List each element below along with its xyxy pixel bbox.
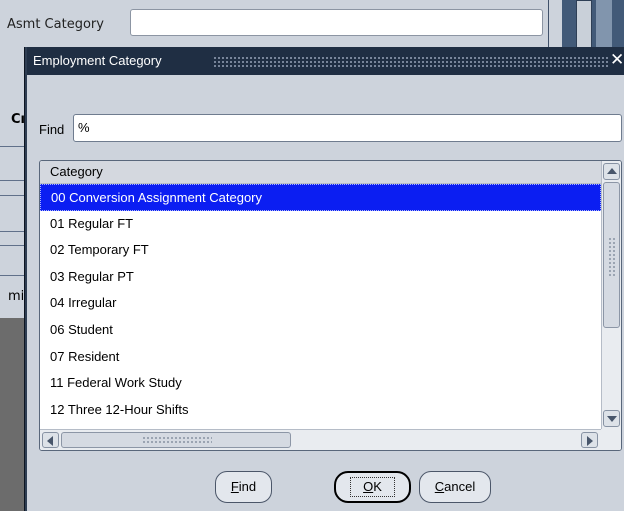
- cancel-button[interactable]: Cancel: [419, 471, 491, 503]
- category-list: Category 00 Conversion Assignment Catego…: [39, 160, 622, 451]
- find-button-label: ind: [238, 479, 257, 494]
- ok-button-label: K: [373, 479, 382, 494]
- scrollbar-corner: [601, 429, 621, 450]
- vertical-scrollbar[interactable]: [601, 161, 621, 429]
- close-icon[interactable]: ✕: [610, 50, 624, 70]
- triangle-up-icon[interactable]: [603, 163, 620, 180]
- asmt-category-label: Asmt Category: [7, 17, 104, 32]
- background-divider: [0, 231, 28, 232]
- background-divider: [0, 245, 28, 246]
- list-item[interactable]: 02 Temporary FT: [40, 237, 601, 264]
- list-rows: 00 Conversion Assignment Category 01 Regu…: [40, 184, 601, 423]
- dialog-title: Employment Category: [33, 53, 162, 68]
- list-item[interactable]: 12 Three 12-Hour Shifts: [40, 397, 601, 424]
- vertical-scroll-thumb[interactable]: [603, 182, 620, 328]
- list-item[interactable]: 06 Student: [40, 317, 601, 344]
- grip-dots: [142, 436, 212, 444]
- ok-button[interactable]: OK: [334, 471, 411, 503]
- titlebar-grip[interactable]: [213, 56, 609, 67]
- asmt-category-field[interactable]: [130, 9, 543, 36]
- find-label: Find: [39, 122, 65, 137]
- background-divider: [0, 195, 28, 196]
- find-button-mnemonic: F: [230, 479, 239, 494]
- horizontal-scroll-thumb[interactable]: [61, 432, 291, 448]
- find-button[interactable]: Find: [215, 471, 272, 503]
- list-item[interactable]: 00 Conversion Assignment Category: [40, 184, 601, 211]
- background-label-fragment: mi: [8, 289, 25, 304]
- list-item[interactable]: 04 Irregular: [40, 290, 601, 317]
- find-input[interactable]: %: [73, 114, 622, 142]
- employment-category-dialog: Employment Category ✕ Find % Category 00…: [25, 47, 624, 511]
- background-scroll-track: [576, 0, 592, 48]
- ok-button-mnemonic: O: [363, 479, 374, 494]
- list-item[interactable]: 01 Regular FT: [40, 211, 601, 238]
- triangle-right-icon[interactable]: [581, 432, 598, 448]
- background-divider: [0, 275, 28, 276]
- background-divider: [0, 180, 28, 181]
- cancel-button-mnemonic: C: [434, 479, 445, 494]
- background-divider: [0, 146, 28, 147]
- list-item[interactable]: 07 Resident: [40, 344, 601, 371]
- triangle-left-icon[interactable]: [42, 432, 59, 448]
- list-item[interactable]: 11 Federal Work Study: [40, 370, 601, 397]
- triangle-down-icon[interactable]: [603, 410, 620, 427]
- cancel-button-label: ancel: [444, 479, 476, 494]
- dialog-titlebar[interactable]: Employment Category ✕: [27, 47, 624, 75]
- background-panel: [548, 0, 562, 48]
- background-label-fragment: Cı: [11, 112, 25, 127]
- ok-button-focus: OK: [350, 477, 395, 497]
- horizontal-scrollbar[interactable]: [40, 429, 601, 450]
- grip-dots: [608, 237, 616, 277]
- list-column-header: Category: [40, 161, 601, 184]
- background-scroll-track: [596, 0, 612, 48]
- list-item[interactable]: 03 Regular PT: [40, 264, 601, 291]
- background-panel: [0, 318, 24, 511]
